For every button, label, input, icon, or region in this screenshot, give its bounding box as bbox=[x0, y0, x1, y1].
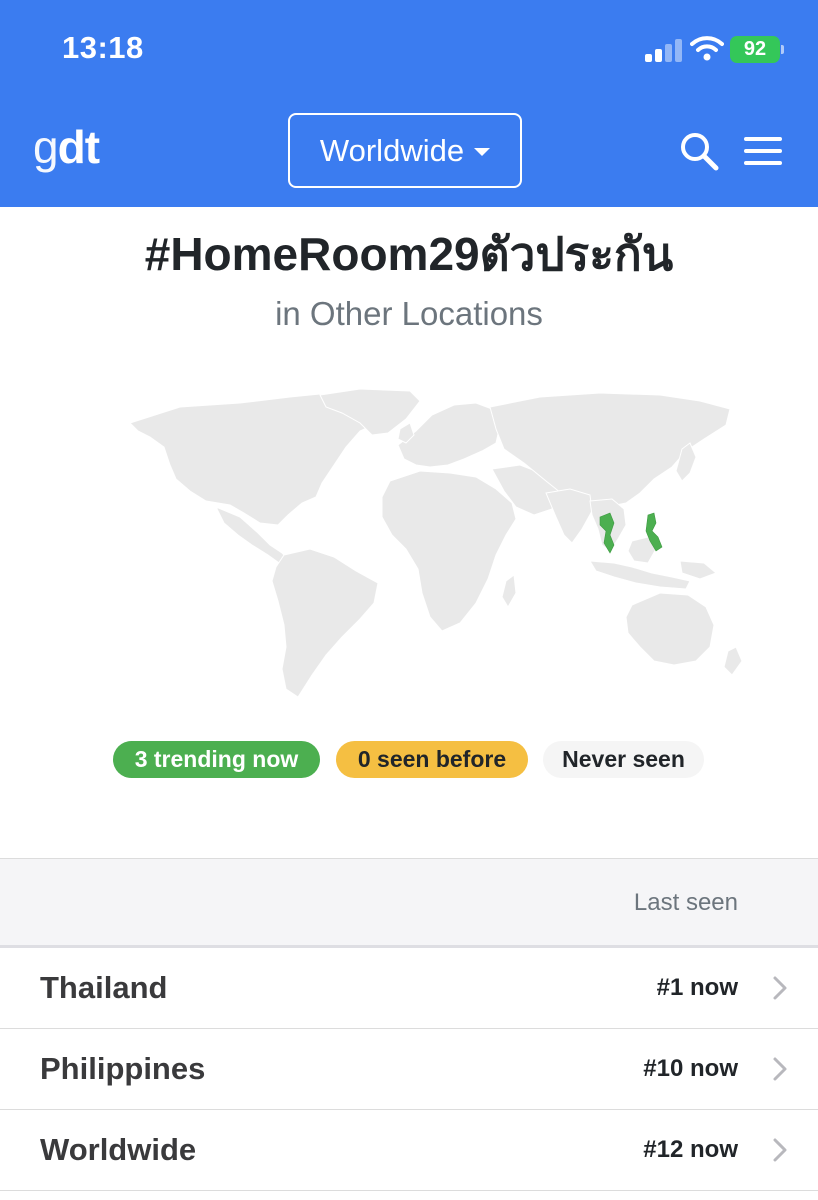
hashtag-subtitle: in Other Locations bbox=[275, 295, 543, 332]
row-rank: #1 now bbox=[656, 974, 738, 1001]
wifi-icon bbox=[690, 36, 724, 61]
search-icon[interactable] bbox=[678, 130, 720, 172]
row-rank: #12 now bbox=[643, 1136, 738, 1163]
row-country: Worldwide bbox=[40, 1132, 197, 1167]
trending-now-badge: 3 trending now bbox=[113, 741, 320, 778]
map-australia bbox=[625, 592, 715, 666]
table-row[interactable]: Philippines #10 now bbox=[0, 1029, 818, 1110]
row-country: Philippines bbox=[40, 1051, 206, 1086]
menu-icon[interactable] bbox=[744, 137, 782, 165]
table-row[interactable]: Thailand #1 now bbox=[0, 948, 818, 1029]
map-india bbox=[545, 488, 593, 544]
chevron-right-icon bbox=[773, 976, 787, 1000]
seen-before-badge: 0 seen before bbox=[336, 741, 528, 778]
legend: 3 trending now 0 seen before Never seen bbox=[0, 741, 818, 778]
map-new-zealand bbox=[723, 646, 743, 676]
status-time: 13:18 bbox=[62, 30, 144, 65]
map-indonesia bbox=[589, 560, 691, 590]
row-rank: #10 now bbox=[643, 1055, 738, 1082]
battery-level: 92 bbox=[730, 36, 780, 63]
location-dropdown-button[interactable]: Worldwide bbox=[288, 113, 522, 188]
signal-icon bbox=[645, 38, 683, 62]
table-row[interactable]: Worldwide #12 now bbox=[0, 1110, 818, 1191]
chevron-right-icon bbox=[773, 1057, 787, 1081]
map-africa bbox=[381, 470, 517, 632]
world-map bbox=[129, 388, 743, 698]
logo-light-text: g bbox=[33, 121, 59, 173]
row-country: Thailand bbox=[40, 970, 168, 1005]
never-seen-badge: Never seen bbox=[543, 741, 704, 778]
app-header: 13:18 92 gdt Worldwide bbox=[0, 0, 818, 207]
last-seen-column-header: Last seen bbox=[633, 889, 738, 916]
app-logo[interactable]: gdt bbox=[33, 121, 100, 173]
caret-down-icon bbox=[474, 148, 491, 156]
hashtag-title: #HomeRoom29ตัวประกัน bbox=[144, 228, 674, 280]
chevron-right-icon bbox=[773, 1138, 787, 1162]
map-south-america bbox=[271, 548, 379, 698]
map-new-guinea bbox=[679, 560, 717, 580]
battery-icon: 92 bbox=[730, 36, 784, 63]
map-madagascar bbox=[501, 574, 517, 608]
logo-bold-text: dt bbox=[57, 121, 100, 173]
location-label: Worldwide bbox=[319, 132, 465, 168]
table-header: Last seen bbox=[0, 858, 818, 948]
